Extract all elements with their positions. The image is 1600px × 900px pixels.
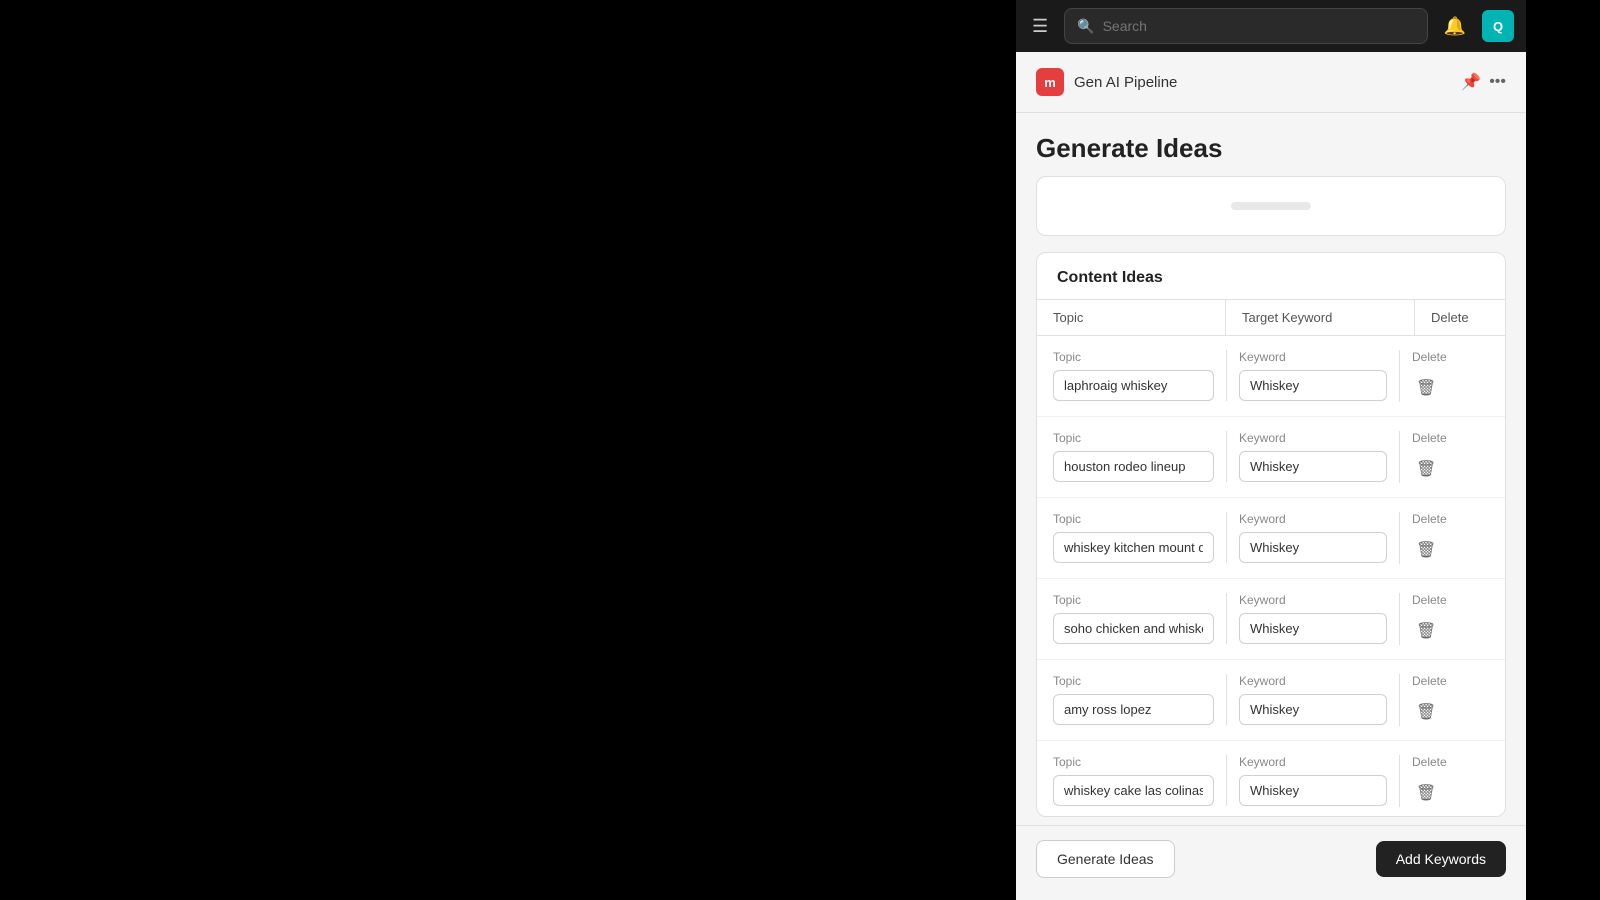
menu-icon[interactable]: ☰ — [1028, 12, 1052, 41]
table-row: Topic Keyword Delete 🗑 — [1037, 579, 1505, 660]
col-header-delete: Delete — [1415, 300, 1505, 335]
keyword-col-5: Keyword — [1226, 674, 1399, 725]
more-icon[interactable]: ••• — [1489, 73, 1506, 91]
topic-input-1[interactable] — [1053, 370, 1214, 401]
topic-label-1: Topic — [1053, 350, 1214, 364]
generate-ideas-button[interactable]: Generate Ideas — [1036, 840, 1175, 878]
add-keywords-button[interactable]: Add Keywords — [1376, 841, 1506, 877]
collapsed-card — [1036, 176, 1506, 236]
topic-col-3: Topic — [1053, 512, 1226, 563]
delete-label-1: Delete — [1412, 350, 1447, 364]
col-header-topic: Topic — [1037, 300, 1226, 335]
delete-button-3[interactable]: 🗑 — [1412, 536, 1440, 564]
table-row: Topic Keyword Delete 🗑 — [1037, 417, 1505, 498]
keyword-input-5[interactable] — [1239, 694, 1387, 725]
delete-label-5: Delete — [1412, 674, 1447, 688]
delete-col-1: Delete 🗑 — [1399, 350, 1489, 402]
keyword-col-4: Keyword — [1226, 593, 1399, 644]
topic-label-4: Topic — [1053, 593, 1214, 607]
delete-col-5: Delete 🗑 — [1399, 674, 1489, 726]
bottom-bar: Generate Ideas Add Keywords — [1016, 825, 1526, 892]
keyword-label-3: Keyword — [1239, 512, 1387, 526]
delete-label-4: Delete — [1412, 593, 1447, 607]
keyword-col-3: Keyword — [1226, 512, 1399, 563]
delete-button-5[interactable]: 🗑 — [1412, 698, 1440, 726]
content-ideas-title: Content Ideas — [1037, 253, 1505, 299]
search-icon: 🔍 — [1077, 18, 1094, 35]
table-row: Topic Keyword Delete 🗑 — [1037, 336, 1505, 417]
delete-label-6: Delete — [1412, 755, 1447, 769]
panel-actions: 📌 ••• — [1461, 72, 1506, 92]
topic-col-4: Topic — [1053, 593, 1226, 644]
page-title: Generate Ideas — [1016, 113, 1526, 176]
topbar: ☰ 🔍 🔔 Q — [1016, 0, 1526, 52]
table-row: Topic Keyword Delete 🗑 — [1037, 498, 1505, 579]
keyword-label-6: Keyword — [1239, 755, 1387, 769]
keyword-col-2: Keyword — [1226, 431, 1399, 482]
topic-input-5[interactable] — [1053, 694, 1214, 725]
rows-container: Topic Keyword Delete 🗑 Topic — [1037, 336, 1505, 816]
keyword-input-2[interactable] — [1239, 451, 1387, 482]
topic-col-6: Topic — [1053, 755, 1226, 806]
collapsed-pill — [1231, 202, 1311, 210]
main-panel: m Gen AI Pipeline 📌 ••• Generate Ideas C… — [1016, 52, 1526, 900]
app-logo-icon: m — [1036, 68, 1064, 96]
topic-label-6: Topic — [1053, 755, 1214, 769]
app-name: Gen AI Pipeline — [1074, 74, 1177, 91]
topic-input-3[interactable] — [1053, 532, 1214, 563]
keyword-label-4: Keyword — [1239, 593, 1387, 607]
keyword-input-3[interactable] — [1239, 532, 1387, 563]
keyword-input-4[interactable] — [1239, 613, 1387, 644]
keyword-label-5: Keyword — [1239, 674, 1387, 688]
topic-input-2[interactable] — [1053, 451, 1214, 482]
delete-col-6: Delete 🗑 — [1399, 755, 1489, 807]
delete-button-1[interactable]: 🗑 — [1412, 374, 1440, 402]
table-row: Topic Keyword Delete 🗑 — [1037, 660, 1505, 741]
keyword-col-1: Keyword — [1226, 350, 1399, 401]
search-bar[interactable]: 🔍 — [1064, 8, 1427, 44]
topic-input-4[interactable] — [1053, 613, 1214, 644]
delete-label-3: Delete — [1412, 512, 1447, 526]
keyword-label-1: Keyword — [1239, 350, 1387, 364]
keyword-label-2: Keyword — [1239, 431, 1387, 445]
topic-col-1: Topic — [1053, 350, 1226, 401]
pin-icon[interactable]: 📌 — [1461, 72, 1481, 92]
keyword-col-6: Keyword — [1226, 755, 1399, 806]
topic-col-5: Topic — [1053, 674, 1226, 725]
col-header-keyword: Target Keyword — [1226, 300, 1415, 335]
delete-label-2: Delete — [1412, 431, 1447, 445]
delete-col-3: Delete 🗑 — [1399, 512, 1489, 564]
bell-icon[interactable]: 🔔 — [1440, 12, 1470, 41]
search-input[interactable] — [1103, 18, 1415, 34]
table-header: Topic Target Keyword Delete — [1037, 299, 1505, 336]
delete-button-6[interactable]: 🗑 — [1412, 779, 1440, 807]
table-row: Topic Keyword Delete 🗑 — [1037, 741, 1505, 816]
topic-label-5: Topic — [1053, 674, 1214, 688]
topic-label-3: Topic — [1053, 512, 1214, 526]
keyword-input-6[interactable] — [1239, 775, 1387, 806]
topic-input-6[interactable] — [1053, 775, 1214, 806]
delete-button-4[interactable]: 🗑 — [1412, 617, 1440, 645]
keyword-input-1[interactable] — [1239, 370, 1387, 401]
panel-header: m Gen AI Pipeline 📌 ••• — [1016, 52, 1526, 113]
content-ideas-card: Content Ideas Topic Target Keyword Delet… — [1036, 252, 1506, 817]
delete-col-2: Delete 🗑 — [1399, 431, 1489, 483]
avatar: Q — [1482, 10, 1514, 42]
panel-logo: m Gen AI Pipeline — [1036, 68, 1177, 96]
delete-col-4: Delete 🗑 — [1399, 593, 1489, 645]
topic-col-2: Topic — [1053, 431, 1226, 482]
delete-button-2[interactable]: 🗑 — [1412, 455, 1440, 483]
topic-label-2: Topic — [1053, 431, 1214, 445]
